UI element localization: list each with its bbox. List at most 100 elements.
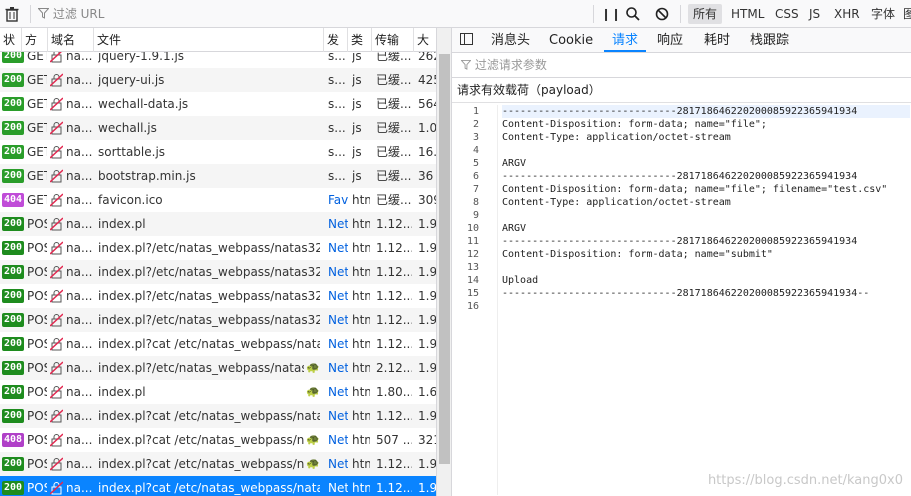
request-method: POS [27,217,47,231]
col-size[interactable]: 大 [414,28,436,52]
filter-images[interactable]: 图 [898,4,911,24]
request-transfer: 已缓... [376,169,412,183]
payload-code-view[interactable]: 1 2 3 4 5 6 7 8 9 10 11 12 13 14 15 16 ----------------… [452,105,911,495]
clear-button[interactable] [5,0,23,28]
network-toolbar: 过滤 URL ❙❙ 所有 HTML CSS JS XHR 字体 图 [0,0,911,28]
request-row[interactable]: 200POS na... index.pl?cat /etc/natas_webpa… [0,476,436,496]
payload-line: -----------------------------28171864622… [502,171,858,182]
request-size: 1.0 [418,121,436,135]
request-row[interactable]: 200POS na... index.pl?cat /etc/natas_webpa… [0,404,436,428]
request-row[interactable]: 200POS na... index.pl Nethtm 1.12... 1.9 [0,212,436,236]
request-method: POS [27,457,47,471]
request-type: htm [352,313,370,327]
request-transfer: 已缓... [376,193,412,207]
search-button[interactable] [626,0,640,28]
request-method: POS [27,337,47,351]
request-size: 16. [418,145,436,159]
request-method: POS [27,313,47,327]
tab-headers[interactable]: 消息头 [491,28,530,53]
funnel-icon [37,8,50,19]
line-number: 11 [466,236,479,247]
filter-html[interactable]: HTML [726,4,769,24]
request-type: htm [352,433,370,447]
payload-title: 请求有效载荷（payload） [452,78,911,103]
filter-fonts[interactable]: 字体 [866,4,900,24]
request-row[interactable]: 200GET na... jquery-ui.js s... js 已缓... 425 [0,68,436,92]
insecure-lock-icon [50,284,64,308]
trash-icon [5,7,19,22]
tab-stack-trace[interactable]: 栈跟踪 [750,28,789,53]
request-row[interactable]: 200GET na... wechall-data.js s... js 已缓... 564 [0,92,436,116]
col-type[interactable]: 类 [348,28,372,52]
filter-all[interactable]: 所有 [688,4,723,24]
request-row[interactable]: 200GET na... bootstrap.min.js s... js 已缓... 36 [0,164,436,188]
status-badge: 200 [2,361,25,375]
search-icon [626,7,640,21]
insecure-lock-icon [50,428,64,452]
request-domain: na... [66,145,92,159]
status-badge: 404 [2,193,25,207]
request-type: htm [352,193,370,207]
request-row[interactable]: 200POS na... index.pl?/etc/natas_webpass/n… [0,284,436,308]
request-transfer: 1.12... [376,217,412,231]
request-row[interactable]: 200POS na... index.pl?cat /etc/natas_webpa… [0,332,436,356]
request-method: GET [27,121,47,135]
pause-button[interactable]: ❙❙ [601,0,621,28]
request-type: htm [352,337,370,351]
line-number: 12 [466,249,479,260]
status-badge: 200 [2,217,25,231]
request-size: 425 [418,73,436,87]
request-row[interactable]: 200POS na... index.pl?/etc/natas_webpass/n… [0,308,436,332]
filter-xhr[interactable]: XHR [829,4,865,24]
col-method[interactable]: 方 [22,28,48,52]
request-row[interactable]: 200POS na... index.pl?cat /etc/natas_webpa… [0,452,436,476]
toggle-sidebar-button[interactable] [460,28,473,53]
request-cause: Net [328,481,348,495]
tab-timings[interactable]: 耗时 [704,28,730,53]
request-transfer: 1.12... [376,337,412,351]
filter-js[interactable]: JS [804,4,825,24]
tab-response[interactable]: 响应 [657,28,683,53]
col-file[interactable]: 文件 [94,28,324,52]
request-row[interactable]: 200GET na... wechall.js s... js 已缓... 1.0 [0,116,436,140]
col-domain[interactable]: 域名 [48,28,94,52]
request-cause: Net [328,241,348,255]
request-transfer: 已缓... [376,73,412,87]
request-row[interactable]: 200POS na... index.pl?/etc/natas_webpass/n… [0,260,436,284]
block-button[interactable] [655,0,669,28]
request-row[interactable]: 200POS na... index.pl 🐢 Nethtm 1.80... 1.6 [0,380,436,404]
request-row[interactable]: 404GET na... favicon.ico Favhtm 已缓... 309 [0,188,436,212]
request-domain: na... [66,217,92,231]
filter-css[interactable]: CSS [770,4,804,24]
scrollbar-thumb[interactable] [439,54,450,464]
request-row[interactable]: 200POS na... index.pl?/etc/natas_webpass/n… [0,236,436,260]
request-transfer: 1.80... [376,385,412,399]
col-cause[interactable]: 发 [324,28,348,52]
tab-cookies[interactable]: Cookie [549,28,593,53]
request-row[interactable]: 200GET na... jquery-1.9.1.js s... js 已缓... 262 [0,52,436,68]
request-domain: na... [66,481,92,495]
request-transfer: 1.12... [376,313,412,327]
payload-line: Upload [502,275,539,286]
request-domain: na... [66,97,92,111]
request-method: GET [27,193,47,207]
request-transfer: 1.12... [376,457,412,471]
col-transfer[interactable]: 传输 [372,28,414,52]
request-method: POS [27,289,47,303]
insecure-lock-icon [50,332,64,356]
request-type: js [352,145,362,159]
line-number: 8 [472,197,479,208]
request-row[interactable]: 408POS na... index.pl?cat /etc/natas_webpa… [0,428,436,452]
request-file: index.pl?/etc/natas_webpass/natas32 [98,361,304,375]
insecure-lock-icon [50,476,64,496]
request-cause: s... [328,121,346,135]
url-filter-input[interactable]: 过滤 URL [37,0,538,28]
status-badge: 200 [2,97,25,111]
request-size: 321 [418,433,436,447]
request-list-scrollbar[interactable] [436,28,451,496]
request-row[interactable]: 200POS na... index.pl?/etc/natas_webpass/n… [0,356,436,380]
line-number: 6 [472,171,479,182]
request-row[interactable]: 200GET na... sorttable.js s... js 已缓... 16. [0,140,436,164]
request-param-filter[interactable]: 过滤请求参数 [452,53,911,78]
col-status[interactable]: 状 [0,28,22,52]
